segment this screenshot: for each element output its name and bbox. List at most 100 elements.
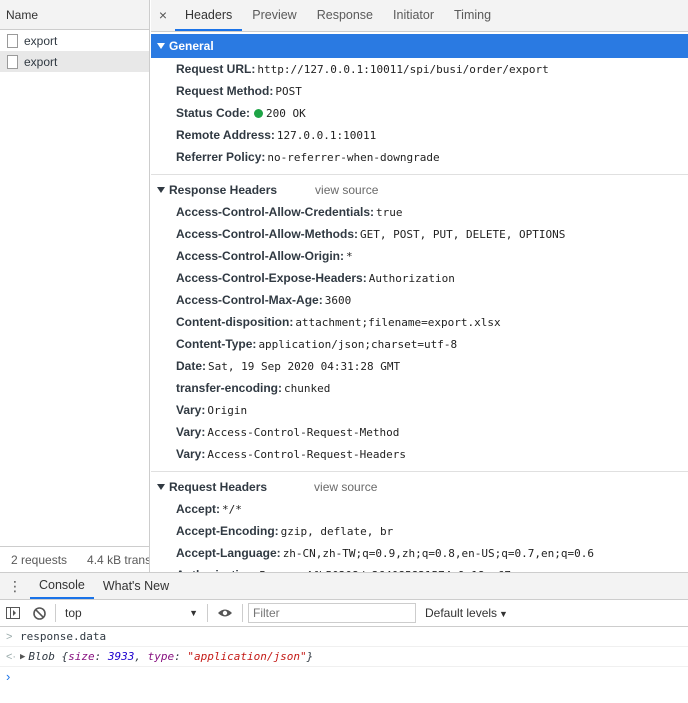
header-key: Access-Control-Max-Age: xyxy=(176,293,323,307)
dropdown-arrow-icon: ▼ xyxy=(189,608,198,618)
tab-initiator[interactable]: Initiator xyxy=(383,0,444,31)
response-header-row: Vary: Origin xyxy=(151,399,688,421)
header-value: Access-Control-Request-Headers xyxy=(207,448,407,461)
request-header-row: Accept-Language: zh-CN,zh-TW;q=0.9,zh;q=0… xyxy=(151,542,688,564)
request-name: export xyxy=(24,54,58,69)
header-value: no-referrer-when-downgrade xyxy=(267,151,440,164)
request-row[interactable]: export xyxy=(0,30,149,51)
header-key: Vary: xyxy=(176,425,206,439)
response-view-source-link[interactable]: view source xyxy=(315,183,378,197)
console-input-line: > response.data xyxy=(0,627,688,647)
header-value: * xyxy=(346,250,353,263)
response-headers-header[interactable]: Response Headers view source xyxy=(151,179,688,201)
drawer-tabs: ⋮ Console What's New xyxy=(0,573,688,600)
tab-response[interactable]: Response xyxy=(307,0,383,31)
input-chevron-icon: > xyxy=(6,630,13,643)
status-dot-icon xyxy=(254,109,264,118)
header-value: http://127.0.0.1:10011/spi/busi/order/ex… xyxy=(257,63,549,76)
detail-tabs: × Headers Preview Response Initiator Tim… xyxy=(151,0,688,32)
header-key: Accept-Language: xyxy=(176,546,281,560)
response-header-row: Access-Control-Allow-Methods: GET, POST, … xyxy=(151,223,688,245)
console-output-line[interactable]: <· ▶ Blob {size: 3933, type: "applicatio… xyxy=(0,647,688,667)
context-value: top xyxy=(65,606,82,620)
toolbar-divider xyxy=(207,604,208,622)
request-header-row: Accept: */* xyxy=(151,498,688,520)
response-header-row: Date: Sat, 19 Sep 2020 04:31:28 GMT xyxy=(151,355,688,377)
header-key: Vary: xyxy=(176,403,206,417)
header-key: Access-Control-Allow-Credentials: xyxy=(176,205,375,219)
header-value: Authorization xyxy=(368,272,455,285)
header-key: transfer-encoding: xyxy=(176,381,283,395)
transferred-size: 4.4 kB trans xyxy=(87,552,149,567)
tab-timing[interactable]: Timing xyxy=(444,0,501,31)
request-header-row: Accept-Encoding: gzip, deflate, br xyxy=(151,520,688,542)
request-list-panel: Name export export 2 requests 4.4 kB tran… xyxy=(0,0,150,572)
header-key: Access-Control-Allow-Methods: xyxy=(176,227,359,241)
blob-size-value: 3933 xyxy=(107,649,135,663)
drawer-menu-icon[interactable]: ⋮ xyxy=(0,573,30,599)
console-input-text: response.data xyxy=(20,629,107,643)
header-key: Accept-Encoding: xyxy=(176,524,279,538)
general-row: Referrer Policy: no-referrer-when-downgra… xyxy=(151,146,688,168)
context-selector[interactable]: top ▼ xyxy=(59,603,204,623)
output-arrow-icon: <· xyxy=(6,650,17,663)
eye-icon[interactable] xyxy=(211,608,239,618)
header-value: GET, POST, PUT, DELETE, OPTIONS xyxy=(360,228,566,241)
general-section-header[interactable]: General xyxy=(151,34,688,58)
log-levels-label: Default levels xyxy=(425,606,498,620)
header-key: Access-Control-Expose-Headers: xyxy=(176,271,367,285)
request-header-rows: Accept: */* Accept-Encoding: gzip, deflate,… xyxy=(151,498,688,572)
general-title: General xyxy=(169,39,214,53)
general-row: Request Method: POST xyxy=(151,80,688,102)
header-value: application/json;charset=utf-8 xyxy=(258,338,458,351)
tab-preview[interactable]: Preview xyxy=(242,0,306,31)
request-row[interactable]: export xyxy=(0,51,149,72)
console-drawer: ⋮ Console What's New top ▼ Filter Defaul… xyxy=(0,572,688,703)
request-detail-panel: × Headers Preview Response Initiator Tim… xyxy=(151,0,688,572)
general-row: Request URL: http://127.0.0.1:10011/spi/b… xyxy=(151,58,688,80)
log-levels-dropdown[interactable]: Default levels ▼ xyxy=(425,606,508,620)
request-headers-title: Request Headers xyxy=(169,480,268,494)
filter-input[interactable]: Filter xyxy=(248,603,416,623)
close-icon[interactable]: × xyxy=(151,0,175,31)
general-section: General Request URL: http://127.0.0.1:100… xyxy=(151,34,688,175)
sidebar-toggle-icon[interactable] xyxy=(0,600,26,626)
response-header-row: Content-Type: application/json;charset=ut… xyxy=(151,333,688,355)
tab-headers[interactable]: Headers xyxy=(175,0,243,31)
header-value: 200 OK xyxy=(266,107,306,120)
request-name: export xyxy=(24,33,58,48)
request-headers-header[interactable]: Request Headers view source xyxy=(151,476,688,498)
response-header-rows: Access-Control-Allow-Credentials: true Acc… xyxy=(151,201,688,465)
header-key: Date: xyxy=(176,359,207,373)
expand-triangle-icon xyxy=(157,43,165,49)
name-column-header[interactable]: Name xyxy=(0,0,149,30)
general-row: Remote Address: 127.0.0.1:10011 xyxy=(151,124,688,146)
response-header-row: Vary: Access-Control-Request-Headers xyxy=(151,443,688,465)
header-value: 3600 xyxy=(324,294,352,307)
response-header-row: Access-Control-Allow-Origin: * xyxy=(151,245,688,267)
header-key: Referrer Policy: xyxy=(176,150,266,164)
request-view-source-link[interactable]: view source xyxy=(314,480,377,494)
console-toolbar: top ▼ Filter Default levels ▼ xyxy=(0,600,688,627)
general-row: Status Code: 200 OK xyxy=(151,102,688,124)
request-headers-section: Request Headers view source Accept: */* Ac… xyxy=(151,476,688,572)
header-key: Remote Address: xyxy=(176,128,275,142)
expand-object-icon[interactable]: ▶ xyxy=(20,647,25,667)
response-header-row: transfer-encoding: chunked xyxy=(151,377,688,399)
response-headers-title: Response Headers xyxy=(169,183,278,197)
console-output: > response.data <· ▶ Blob {size: 3933, t… xyxy=(0,627,688,687)
dropdown-arrow-icon: ▼ xyxy=(499,609,508,619)
header-value: gzip, deflate, br xyxy=(280,525,394,538)
toolbar-divider xyxy=(242,604,243,622)
network-summary-bar: 2 requests 4.4 kB trans xyxy=(0,546,149,572)
header-value: true xyxy=(376,206,403,219)
console-prompt-line[interactable]: › xyxy=(0,667,688,687)
response-headers-section: Response Headers view source Access-Cont… xyxy=(151,179,688,472)
header-value: 127.0.0.1:10011 xyxy=(276,129,377,142)
header-value: chunked xyxy=(284,382,331,395)
clear-console-icon[interactable] xyxy=(26,600,52,626)
request-header-row: Authorization:Bearer 4fb50208dc264085821… xyxy=(151,564,688,572)
tab-console[interactable]: Console xyxy=(30,573,94,599)
header-key: Content-Type: xyxy=(176,337,257,351)
tab-whats-new[interactable]: What's New xyxy=(94,573,178,599)
